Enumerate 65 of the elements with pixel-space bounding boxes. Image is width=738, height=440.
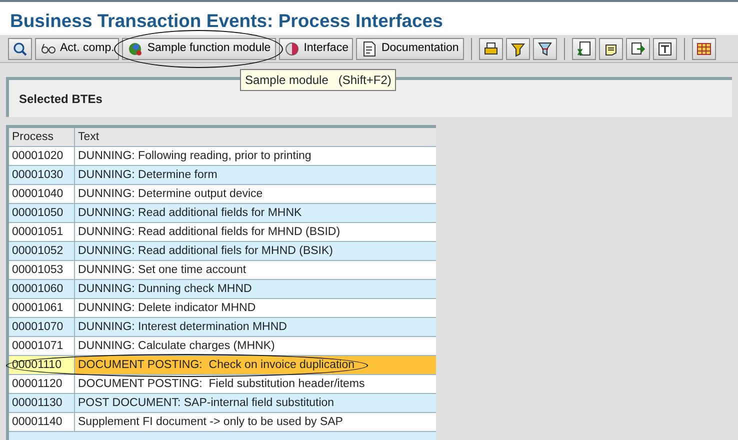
table-cell: 00001071 (12, 340, 64, 352)
table-cell: 00001070 (12, 321, 64, 333)
table-cell: 00001052 (12, 245, 64, 257)
table-cell: DUNNING: Read additional fields for MHND (BSID) (78, 226, 340, 238)
print-icon (482, 40, 499, 56)
column-header[interactable]: Text (75, 128, 436, 146)
toolbar-button[interactable]: Sample function module (122, 38, 276, 60)
table-cell: DUNNING: Calculate charges (MHNK) (78, 340, 275, 352)
funnel-icon (536, 40, 553, 56)
spreadsheet-button[interactable] (572, 38, 596, 60)
table-cell: DUNNING: Set one time account (78, 264, 246, 276)
table-cell: 00001110 (12, 359, 62, 371)
table-cell: 00001040 (12, 188, 64, 200)
export-button[interactable] (626, 38, 650, 60)
funnel-button[interactable] (532, 38, 557, 60)
table-row[interactable]: 00001030 DUNNING: Determine form (9, 166, 436, 185)
table-cell: 00001030 (12, 169, 64, 181)
table-button[interactable] (692, 38, 716, 60)
document-button[interactable] (598, 38, 623, 60)
table-row[interactable]: 00001050 DUNNING: Read additional fields for MHNK (9, 204, 436, 223)
table-cell: 00001053 (12, 264, 64, 276)
table-cell: DUNNING: Interest determination MHND (78, 321, 287, 333)
column-header[interactable]: Process (9, 128, 75, 146)
tooltip: Sample module (Shift+F2) (240, 69, 396, 91)
print-button[interactable] (478, 38, 503, 60)
table-cell: DUNNING: Dunning check MHND (78, 283, 252, 295)
table-cell: DUNNING: Delete indicator MHND (78, 302, 256, 314)
search-icon (12, 40, 28, 56)
toolbar-button[interactable]: Act. comp. (35, 38, 120, 60)
toolbar-button[interactable]: Interface (278, 38, 354, 60)
table-row[interactable]: 00001060 DUNNING: Dunning check MHND (9, 280, 436, 299)
table-cell: 00001051 (12, 226, 64, 238)
documentation-icon (361, 40, 378, 56)
toolbar-button[interactable]: Documentation (356, 38, 464, 60)
filter-button[interactable] (506, 38, 530, 60)
table-cell: 00001050 (12, 207, 64, 219)
table-cell: 00001130 (12, 397, 62, 409)
table-row[interactable]: 00001070 DUNNING: Interest determination MHND (9, 318, 436, 337)
table-row[interactable]: 00001052 DUNNING: Read additional fiels for MHND (BSIK) (9, 242, 436, 261)
table-row[interactable]: 00001130 POST DOCUMENT: SAP-internal field substitution (9, 394, 436, 413)
table-cell: DOCUMENT POSTING: Field substitution header/items (78, 378, 365, 390)
table-cell: 00001060 (12, 283, 64, 295)
table-cell: DOCUMENT POSTING: Check on invoice duplication (78, 359, 355, 371)
table-cell: DUNNING: Determine form (78, 169, 218, 181)
text-button[interactable] (652, 38, 677, 60)
window-title: Business Transaction Events: Process Interfaces (10, 10, 443, 31)
search-button[interactable] (8, 38, 32, 60)
filter-icon (510, 40, 526, 56)
table-cell: 00001140 (12, 416, 62, 428)
panel-title: Selected BTEs (19, 92, 102, 106)
table-cell: POST DOCUMENT: SAP-internal field substitution (78, 397, 334, 409)
table-cell: 00001120 (12, 378, 62, 390)
table-cell: Supplement FI document -> only to be used by SAP (78, 416, 343, 428)
table-cell: 00001061 (12, 302, 64, 314)
table-cell: DUNNING: Read additional fiels for MHND (BSIK) (78, 245, 333, 257)
table-cell: 00001020 (12, 150, 64, 162)
interface-icon (284, 40, 300, 56)
table-cell: DUNNING: Read additional fields for MHNK (78, 207, 302, 219)
spreadsheet-icon (576, 40, 592, 56)
text-icon (656, 40, 673, 56)
table-cell: DUNNING: Determine output device (78, 188, 263, 200)
gear-icon (127, 40, 144, 56)
table-icon (696, 40, 712, 56)
export-icon (630, 40, 646, 56)
table-cell: DUNNING: Following reading, prior to printing (78, 150, 312, 162)
